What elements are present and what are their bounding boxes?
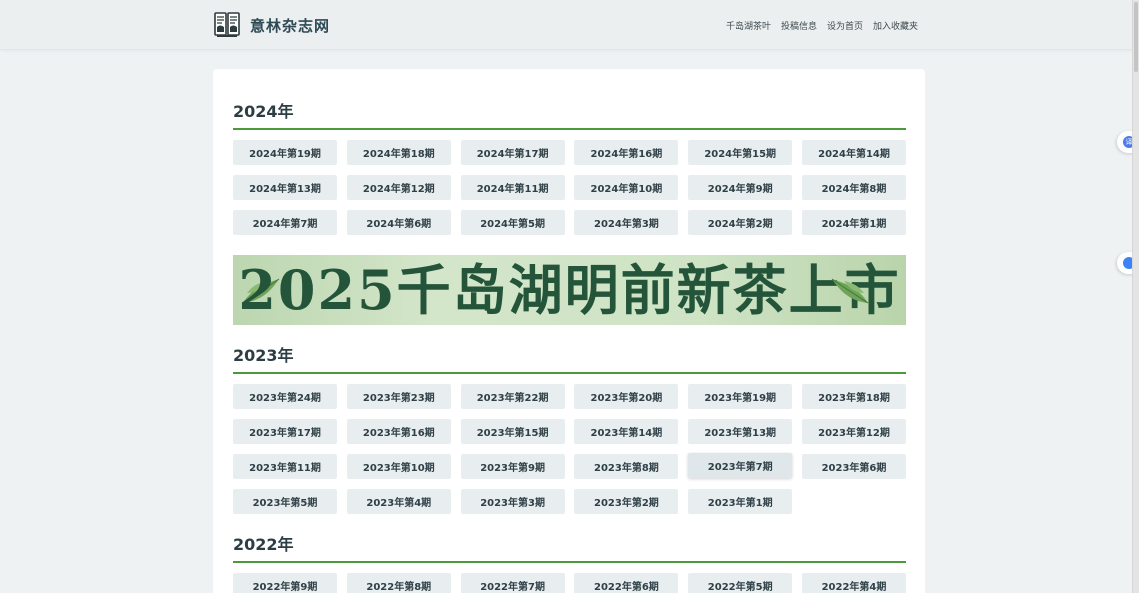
nav-link-submission[interactable]: 投稿信息 xyxy=(781,19,817,32)
issue-link[interactable]: 2022年第8期 xyxy=(346,573,451,593)
issue-link[interactable]: 2023年第13期 xyxy=(688,419,793,444)
tea-leaf-icon xyxy=(831,278,869,304)
nav-link-add-favorite[interactable]: 加入收藏夹 xyxy=(873,19,918,32)
issue-link[interactable]: 2023年第2期 xyxy=(574,489,679,514)
issue-link[interactable]: 2023年第1期 xyxy=(688,489,793,514)
scrollbar-thumb[interactable] xyxy=(1134,2,1138,72)
issue-link[interactable]: 2023年第6期 xyxy=(801,454,906,479)
issue-link[interactable]: 2024年第8期 xyxy=(801,175,906,200)
issue-link[interactable]: 2023年第15期 xyxy=(460,419,565,444)
issue-link[interactable]: 2024年第15期 xyxy=(688,140,793,165)
issue-grid-2024: 2024年第19期 2024年第18期 2024年第17期 2024年第16期 2024… xyxy=(233,140,906,235)
top-nav: 千岛湖茶叶 投稿信息 设为首页 加入收藏夹 xyxy=(726,19,918,32)
issue-link[interactable]: 2023年第24期 xyxy=(233,384,337,409)
section-title: 2023年 xyxy=(233,346,294,365)
issue-link[interactable]: 2023年第8期 xyxy=(574,454,679,479)
section-title: 2022年 xyxy=(233,535,294,554)
issue-link[interactable]: 2023年第12期 xyxy=(801,419,906,444)
issue-link[interactable]: 2022年第5期 xyxy=(688,573,793,593)
book-logo-icon[interactable] xyxy=(213,10,241,38)
issue-link[interactable]: 2024年第9期 xyxy=(688,175,793,200)
page-scrollbar[interactable] xyxy=(1132,0,1139,593)
section-header-2022: 2022年 xyxy=(233,535,906,563)
issue-link[interactable]: 2023年第18期 xyxy=(801,384,906,409)
issue-link[interactable]: 2023年第5期 xyxy=(233,489,337,514)
issue-link[interactable]: 2023年第14期 xyxy=(574,419,679,444)
issue-link[interactable]: 2023年第7期 xyxy=(688,453,793,478)
issue-link[interactable]: 2023年第11期 xyxy=(233,454,337,479)
issue-link[interactable]: 2024年第11期 xyxy=(460,175,565,200)
nav-link-set-homepage[interactable]: 设为首页 xyxy=(827,19,863,32)
issue-link[interactable]: 2024年第6期 xyxy=(346,210,451,235)
issue-link[interactable]: 2023年第3期 xyxy=(460,489,565,514)
issue-link[interactable]: 2024年第17期 xyxy=(460,140,565,165)
issue-link[interactable]: 2023年第22期 xyxy=(460,384,565,409)
issue-link[interactable]: 2024年第5期 xyxy=(460,210,565,235)
issue-link[interactable]: 2024年第7期 xyxy=(233,210,337,235)
issue-link[interactable]: 2022年第7期 xyxy=(460,573,565,593)
issue-link[interactable]: 2024年第18期 xyxy=(346,140,451,165)
issue-link[interactable]: 2022年第9期 xyxy=(233,573,337,593)
nav-link-tea[interactable]: 千岛湖茶叶 xyxy=(726,19,771,32)
issue-link[interactable]: 2023年第23期 xyxy=(346,384,451,409)
tea-promo-banner[interactable]: 2025千岛湖明前新茶上市 xyxy=(233,255,906,325)
issue-link[interactable]: 2024年第13期 xyxy=(233,175,337,200)
issue-link[interactable]: 2023年第10期 xyxy=(346,454,451,479)
issue-grid-2022: 2022年第9期 2022年第8期 2022年第7期 2022年第6期 2022年第5期… xyxy=(233,573,906,593)
issue-link[interactable]: 2024年第14期 xyxy=(801,140,906,165)
issue-link[interactable]: 2023年第4期 xyxy=(346,489,451,514)
banner-title: 2025千岛湖明前新茶上市 xyxy=(238,258,901,322)
issue-grid-2023: 2023年第24期 2023年第23期 2023年第22期 2023年第20期 2023… xyxy=(233,384,906,514)
issue-link[interactable]: 2024年第2期 xyxy=(688,210,793,235)
issue-link[interactable]: 2024年第19期 xyxy=(233,140,337,165)
issue-link[interactable]: 2023年第19期 xyxy=(688,384,793,409)
issue-link[interactable]: 2024年第16期 xyxy=(574,140,679,165)
site-title[interactable]: 意林杂志网 xyxy=(250,15,330,36)
top-bar: 意林杂志网 千岛湖茶叶 投稿信息 设为首页 加入收藏夹 xyxy=(0,0,1132,50)
issue-archive-card: 2024年 2024年第19期 2024年第18期 2024年第17期 2024年第1… xyxy=(213,69,925,593)
issue-link[interactable]: 2024年第3期 xyxy=(574,210,679,235)
section-title: 2024年 xyxy=(233,102,294,121)
issue-link[interactable]: 2023年第20期 xyxy=(574,384,679,409)
issue-link[interactable]: 2024年第12期 xyxy=(346,175,451,200)
issue-link[interactable]: 2023年第17期 xyxy=(233,419,337,444)
issue-link[interactable]: 2022年第4期 xyxy=(801,573,906,593)
section-header-2023: 2023年 xyxy=(233,346,906,374)
issue-link[interactable]: 2024年第1期 xyxy=(801,210,906,235)
issue-link[interactable]: 2022年第6期 xyxy=(574,573,679,593)
issue-link[interactable]: 2024年第10期 xyxy=(574,175,679,200)
issue-link[interactable]: 2023年第9期 xyxy=(460,454,565,479)
issue-link[interactable]: 2023年第16期 xyxy=(346,419,451,444)
section-header-2024: 2024年 xyxy=(233,102,906,130)
